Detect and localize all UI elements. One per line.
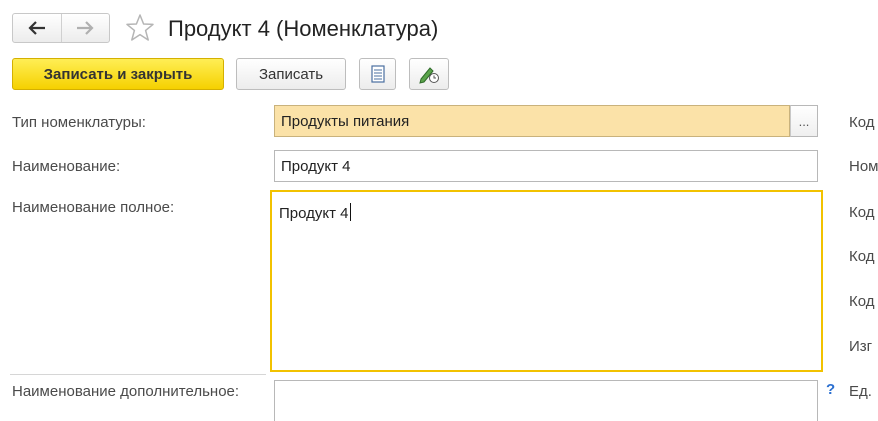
edit-history-button[interactable] (409, 58, 449, 90)
type-value: Продукты питания (281, 112, 410, 130)
navigation-group (12, 13, 110, 43)
arrow-left-icon (28, 21, 45, 35)
pen-clock-icon (419, 67, 439, 84)
arrow-right-icon (77, 21, 94, 35)
back-button[interactable] (13, 14, 61, 42)
right-label-code-3: Код (849, 248, 875, 265)
right-label-unit: Ед. (849, 383, 872, 400)
text-caret (349, 203, 351, 221)
report-button[interactable] (359, 58, 396, 90)
right-label-code-2: Код (849, 204, 875, 221)
document-icon (370, 65, 385, 83)
page-title: Продукт 4 (Номенклатура) (168, 16, 439, 41)
full-name-value: Продукт 4 (279, 205, 349, 222)
type-choose-button[interactable]: ... (790, 105, 818, 137)
full-name-textarea[interactable]: Продукт 4 (270, 190, 823, 372)
extra-name-label: Наименование дополнительное: (12, 383, 240, 400)
name-label: Наименование: (12, 158, 121, 175)
name-input[interactable]: Продукт 4 (274, 150, 818, 182)
type-select[interactable]: Продукты питания (274, 105, 790, 137)
type-label: Тип номенклатуры: (12, 114, 146, 131)
help-icon[interactable]: ? (826, 381, 835, 398)
star-icon (126, 14, 154, 41)
right-label-code-4: Код (849, 293, 875, 310)
extra-name-input[interactable] (274, 380, 818, 421)
full-name-label: Наименование полное: (12, 199, 175, 216)
separator (10, 374, 266, 375)
right-label-number: Ном (849, 158, 878, 175)
forward-button[interactable] (60, 14, 110, 42)
save-and-close-button[interactable]: Записать и закрыть (12, 58, 224, 90)
right-label-code: Код (849, 114, 875, 131)
name-value: Продукт 4 (281, 157, 351, 175)
right-label-manufacturer: Изг (849, 338, 873, 355)
save-button[interactable]: Записать (236, 58, 346, 90)
favorite-star-button[interactable] (124, 12, 156, 44)
